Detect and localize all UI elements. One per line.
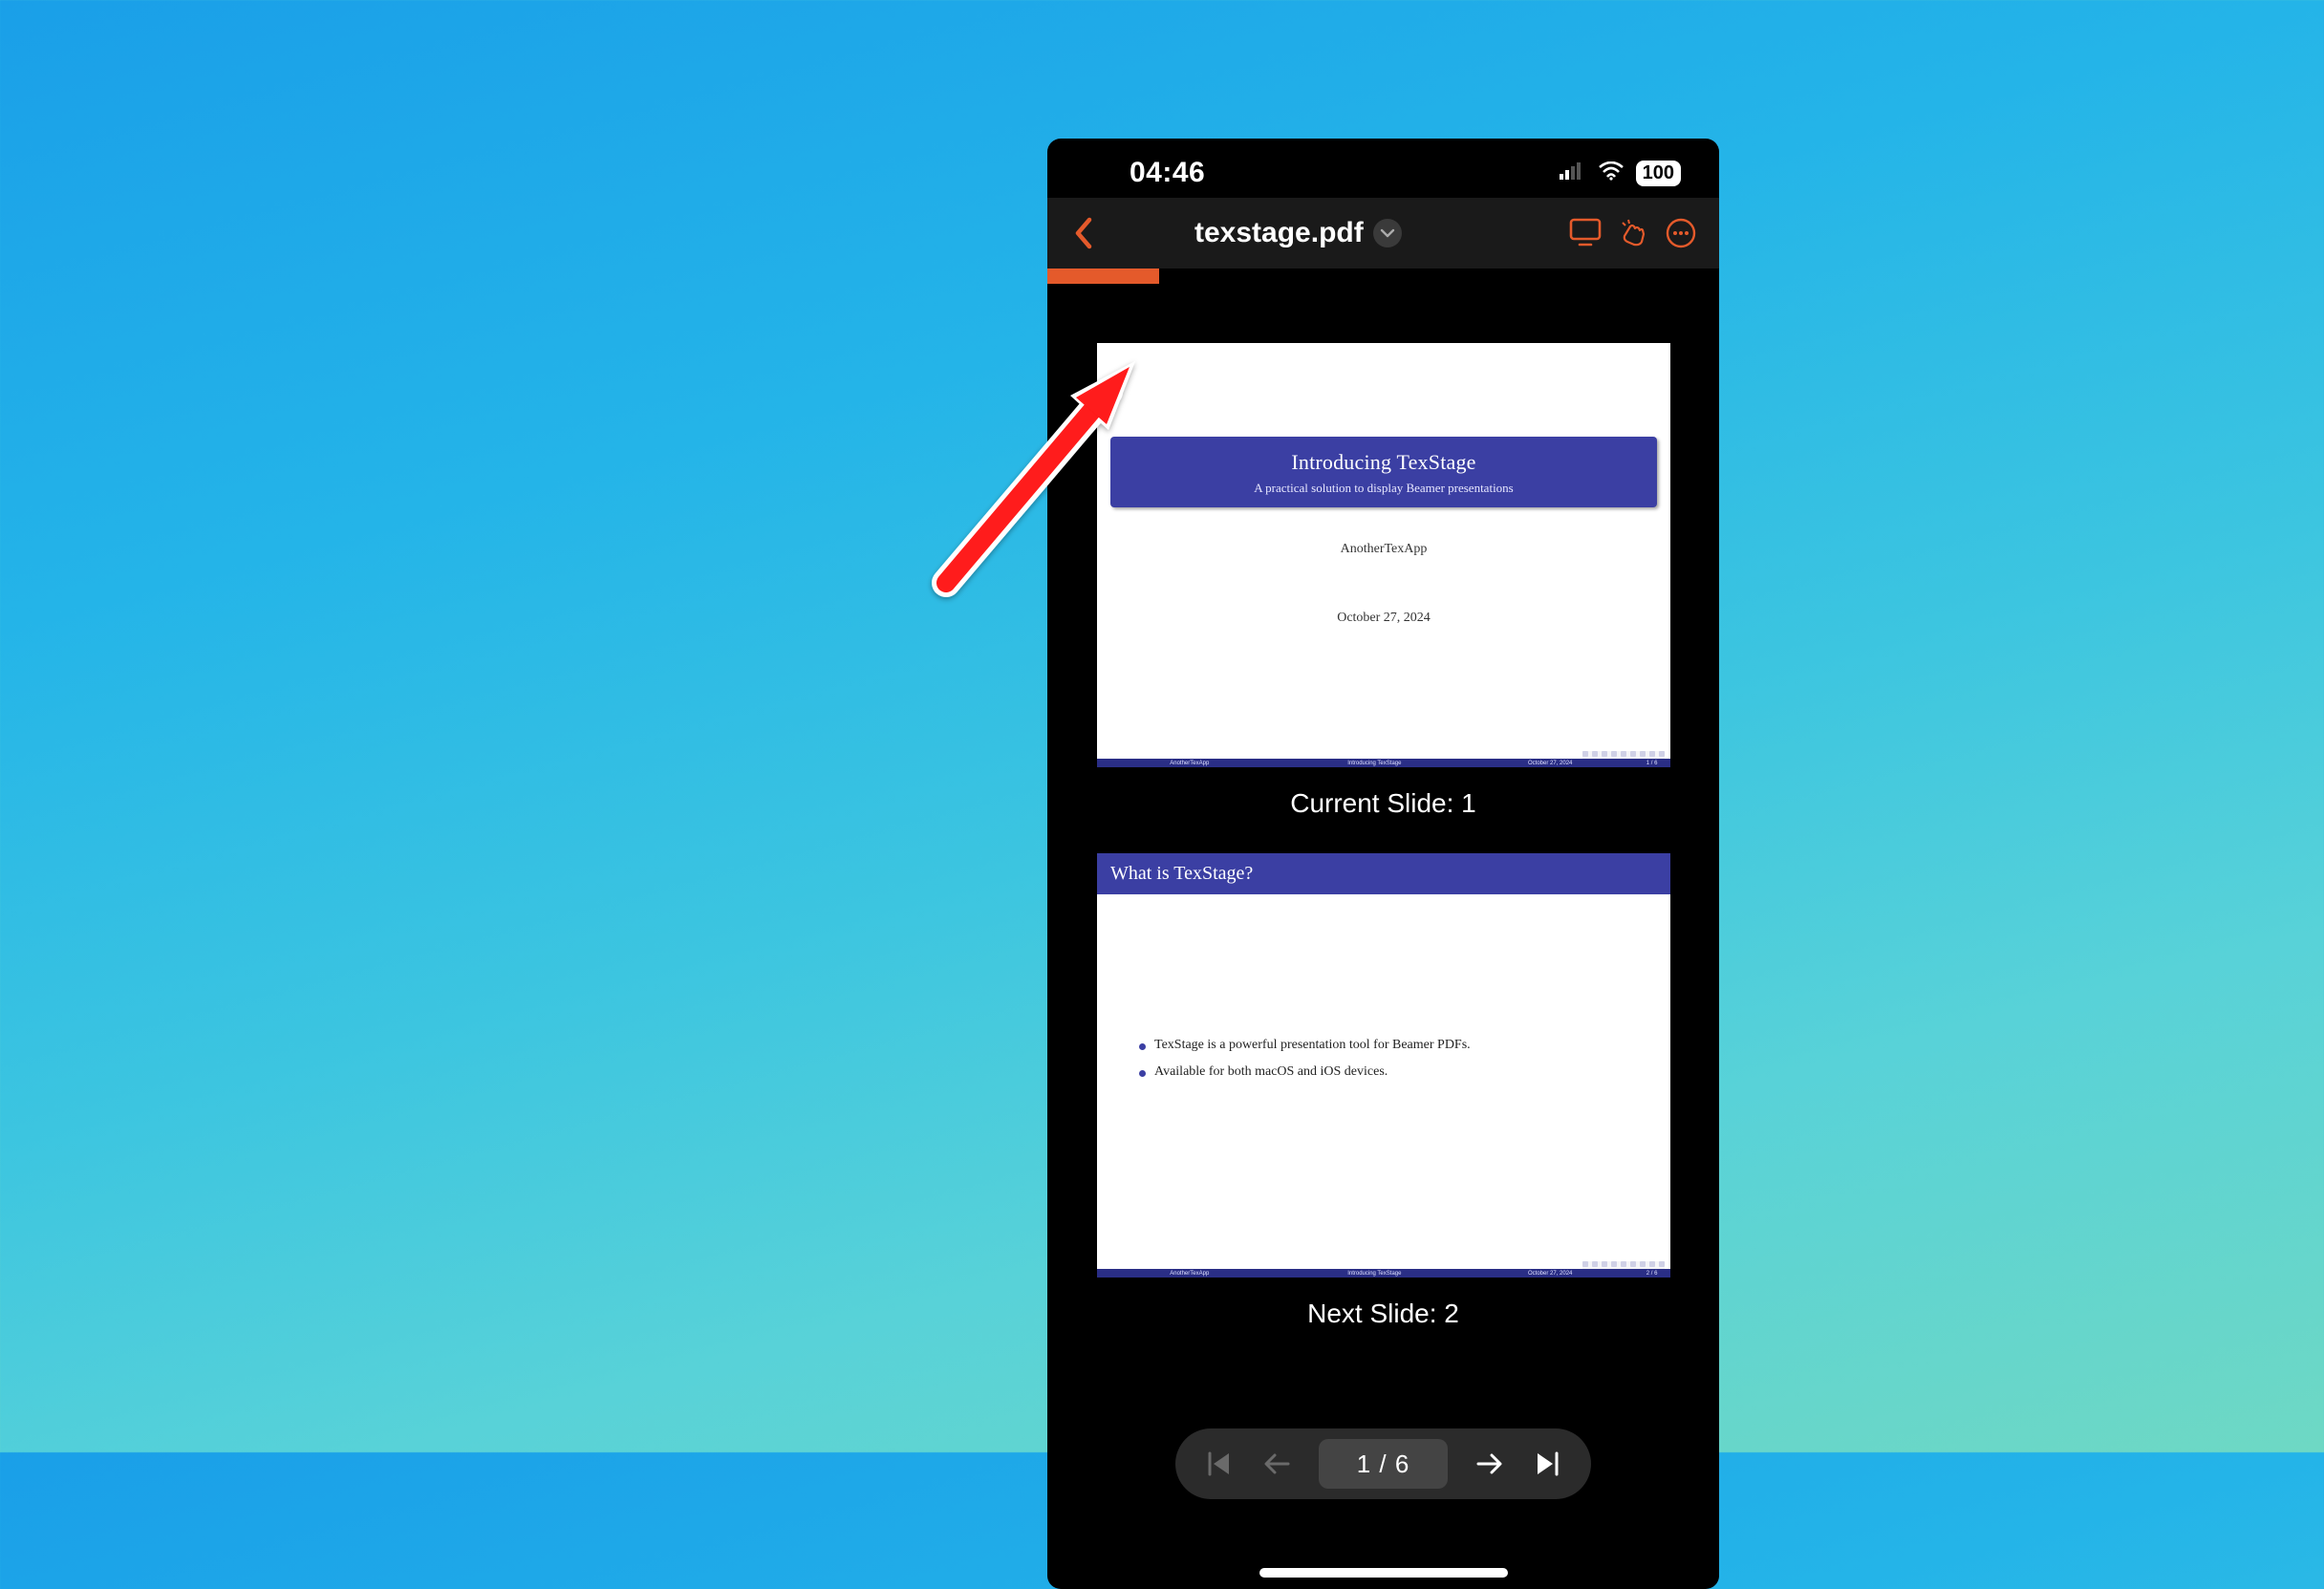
slide2-body: TexStage is a powerful presentation tool… (1097, 894, 1670, 1101)
slide1-footer: AnotherTexApp Introducing TexStage Octob… (1097, 752, 1670, 767)
skip-first-icon (1204, 1449, 1235, 1479)
page-indicator[interactable]: 1 / 6 (1319, 1439, 1449, 1489)
display-icon (1569, 218, 1602, 248)
battery-icon: 100 (1636, 161, 1681, 186)
current-slide-thumbnail[interactable]: Introducing TexStage A practical solutio… (1097, 343, 1670, 767)
slide2-header: What is TexStage? (1097, 853, 1670, 894)
clap-icon (1617, 217, 1649, 249)
wifi-icon (1598, 161, 1625, 185)
arrow-right-icon (1474, 1451, 1505, 1476)
current-slide-caption: Current Slide: 1 (1097, 788, 1669, 819)
prev-slide-button[interactable] (1252, 1439, 1302, 1489)
nav-bar: texstage.pdf (1047, 198, 1719, 268)
progress-fill (1047, 268, 1159, 284)
slide1-title: Introducing TexStage (1118, 450, 1649, 475)
last-slide-button[interactable] (1522, 1439, 1572, 1489)
home-indicator[interactable] (1259, 1568, 1508, 1578)
document-title: texstage.pdf (1194, 217, 1364, 249)
title-dropdown-button[interactable] (1373, 219, 1402, 247)
slide1-date: October 27, 2024 (1097, 611, 1670, 626)
status-time: 04:46 (1130, 157, 1205, 189)
phone-frame: 04:46 100 texstage.pdf (1047, 139, 1719, 1589)
external-display-button[interactable] (1564, 212, 1606, 254)
gesture-button[interactable] (1612, 212, 1654, 254)
cellular-icon (1560, 162, 1586, 184)
slide-control-bar: 1 / 6 (1175, 1428, 1592, 1499)
first-slide-button[interactable] (1194, 1439, 1244, 1489)
status-bar: 04:46 100 (1047, 139, 1719, 198)
slide1-title-box: Introducing TexStage A practical solutio… (1110, 437, 1657, 507)
content-area: Introducing TexStage A practical solutio… (1047, 284, 1719, 1509)
ellipsis-circle-icon (1665, 217, 1697, 249)
next-slide-button[interactable] (1465, 1439, 1515, 1489)
slide1-author: AnotherTexApp (1097, 542, 1670, 557)
arrow-left-icon (1261, 1451, 1292, 1476)
slide2-bullet-2: Available for both macOS and iOS devices… (1139, 1064, 1638, 1080)
chevron-down-icon (1380, 227, 1395, 239)
slide2-footer: AnotherTexApp Introducing TexStage Octob… (1097, 1262, 1670, 1278)
skip-last-icon (1532, 1449, 1562, 1479)
status-icons: 100 (1560, 161, 1681, 186)
progress-bar (1047, 268, 1719, 284)
next-slide-thumbnail[interactable]: What is TexStage? TexStage is a powerful… (1097, 853, 1670, 1278)
slide2-bullet-1: TexStage is a powerful presentation tool… (1139, 1038, 1638, 1053)
nav-title-group: texstage.pdf (1194, 217, 1402, 249)
slide1-subtitle: A practical solution to display Beamer p… (1118, 481, 1649, 496)
more-button[interactable] (1660, 212, 1702, 254)
back-button[interactable] (1065, 214, 1103, 252)
next-slide-caption: Next Slide: 2 (1097, 1299, 1669, 1329)
